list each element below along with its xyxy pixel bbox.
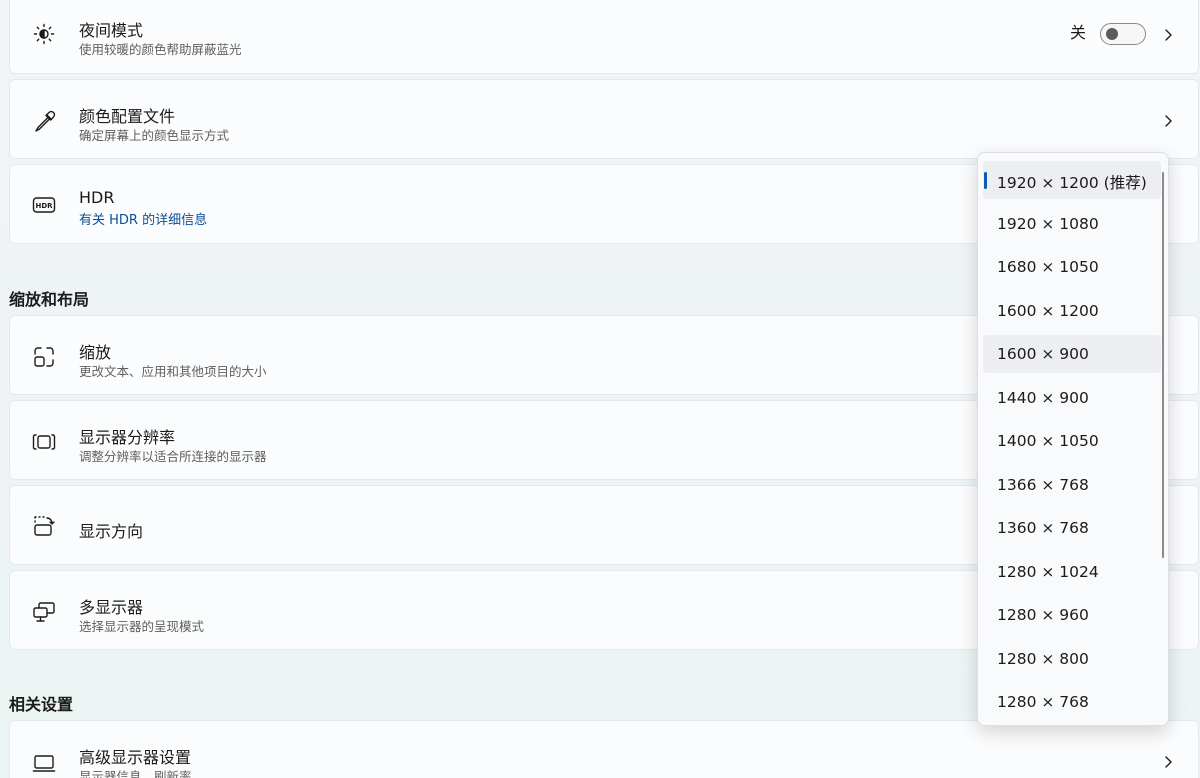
hdr-more-info-link[interactable]: 有关 HDR 的详细信息	[79, 209, 207, 228]
section-title-related-settings: 相关设置	[9, 695, 74, 714]
rotate-screen-icon	[32, 514, 56, 538]
resolution-option-label: 1280 × 768	[997, 693, 1089, 711]
section-title-scale-layout: 缩放和布局	[9, 290, 90, 309]
resolution-option[interactable]: 1600 × 900	[983, 335, 1161, 373]
night-light-toggle-label: 关	[1069, 23, 1086, 42]
resolution-option-label: 1400 × 1050	[997, 432, 1099, 450]
resolution-option[interactable]: 1280 × 768	[983, 683, 1161, 721]
resolution-option[interactable]: 1366 × 768	[983, 466, 1161, 504]
color-profile-title: 颜色配置文件	[79, 107, 176, 126]
resolution-option[interactable]: 1400 × 1050	[983, 422, 1161, 460]
resolution-option[interactable]: 1360 × 768	[983, 509, 1161, 547]
advanced-display-subtitle: 显示器信息，刷新率	[79, 769, 192, 778]
resolution-dropdown[interactable]: 1920 × 1200 (推荐) 1920 × 1080 1680 × 1050…	[977, 152, 1169, 726]
monitor-icon	[32, 751, 56, 775]
toggle-knob	[1106, 28, 1118, 40]
night-light-toggle[interactable]	[1100, 23, 1146, 45]
resolution-option[interactable]: 1440 × 900	[983, 379, 1161, 417]
hdr-icon-text: HDR	[35, 202, 53, 210]
chevron-right-icon[interactable]	[1160, 754, 1176, 770]
multiple-displays-icon	[32, 600, 56, 624]
multiple-displays-subtitle: 选择显示器的呈现模式	[79, 619, 205, 634]
scale-subtitle: 更改文本、应用和其他项目的大小	[79, 364, 267, 379]
color-profile-card[interactable]: 颜色配置文件 确定屏幕上的颜色显示方式	[9, 79, 1199, 159]
resolution-option-label: 1680 × 1050	[997, 258, 1099, 276]
resolution-option-label: 1600 × 900	[997, 345, 1089, 363]
eyedropper-icon	[32, 110, 56, 134]
display-orientation-title: 显示方向	[79, 522, 144, 541]
resolution-option-label: 1280 × 1024	[997, 562, 1099, 581]
resolution-option[interactable]: 1680 × 1050	[983, 248, 1161, 286]
night-light-subtitle: 使用较暖的颜色帮助屏蔽蓝光	[79, 42, 242, 57]
resolution-option-label: 1920 × 1200 (推荐)	[997, 174, 1147, 192]
chevron-right-icon[interactable]	[1160, 27, 1176, 43]
hdr-icon: HDR	[32, 193, 56, 217]
resolution-option-label: 1920 × 1080	[997, 214, 1099, 233]
chevron-right-icon[interactable]	[1160, 113, 1176, 129]
display-resolution-title: 显示器分辨率	[79, 428, 176, 447]
resolution-option[interactable]: 1920 × 1200 (推荐)	[983, 161, 1161, 199]
selected-indicator	[984, 172, 987, 189]
night-light-card[interactable]: 夜间模式 使用较暖的颜色帮助屏蔽蓝光 关	[9, 0, 1199, 74]
resolution-option[interactable]: 1280 × 800	[983, 640, 1161, 678]
color-profile-subtitle: 确定屏幕上的颜色显示方式	[79, 128, 230, 143]
resolution-option[interactable]: 1920 × 1080	[983, 205, 1161, 243]
resolution-option-label: 1280 × 960	[997, 606, 1089, 624]
advanced-display-title: 高级显示器设置	[79, 748, 192, 767]
multiple-displays-title: 多显示器	[79, 598, 144, 617]
brightness-icon	[32, 22, 56, 46]
resolution-option[interactable]: 1600 × 1200	[983, 292, 1161, 330]
resolution-icon	[32, 430, 56, 454]
advanced-display-card[interactable]: 高级显示器设置 显示器信息，刷新率	[9, 720, 1199, 778]
dropdown-scrollbar[interactable]	[1162, 172, 1164, 558]
night-light-title: 夜间模式	[79, 21, 144, 40]
resolution-option-label: 1366 × 768	[997, 475, 1089, 494]
resolution-option[interactable]: 1280 × 1024	[983, 553, 1161, 591]
resolution-option[interactable]: 1280 × 960	[983, 596, 1161, 634]
resolution-option-label: 1600 × 1200	[997, 301, 1099, 320]
resolution-option-label: 1280 × 800	[997, 649, 1089, 668]
resolution-option-label: 1440 × 900	[997, 388, 1089, 407]
display-resolution-subtitle: 调整分辨率以适合所连接的显示器	[79, 449, 267, 464]
resolution-option-label: 1360 × 768	[997, 519, 1089, 537]
scale-title: 缩放	[79, 343, 112, 362]
hdr-title: HDR	[79, 188, 115, 207]
scale-icon	[32, 345, 56, 369]
